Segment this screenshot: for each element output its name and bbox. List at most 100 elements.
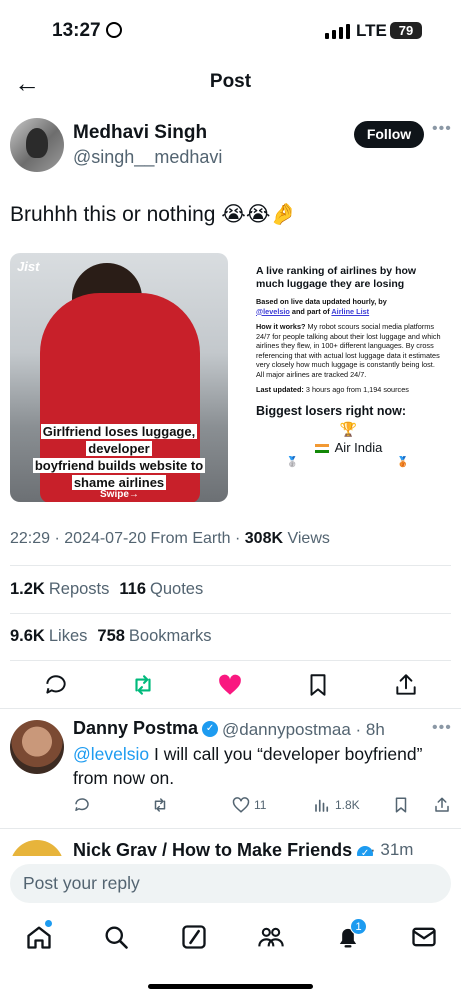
page-title: Post: [209, 71, 252, 92]
share-icon: [435, 797, 449, 812]
post-text: Bruhhh this or nothing 😭😭🤌: [10, 203, 297, 226]
quotes-label: Quotes: [150, 580, 204, 598]
next-reply-author-name: Nick Gray / How to Make Friends: [73, 840, 353, 856]
reply-icon[interactable]: [43, 672, 69, 698]
losers-title: Biggest losers right now:: [256, 403, 407, 418]
image-caption: Girlfriend loses luggage, developer boyf…: [16, 423, 222, 491]
like-heart-icon[interactable]: [217, 672, 243, 698]
reply-handle-time[interactable]: @dannypostmaa · 8h: [222, 720, 385, 740]
search-icon: [105, 926, 128, 949]
divider: [10, 565, 451, 566]
network-type: LTE: [356, 21, 387, 40]
cellular-signal-icon: [325, 24, 350, 39]
bottom-tab-bar: 1: [0, 913, 461, 963]
next-reply-author: Nick Gray / How to Make Friends ✓: [73, 840, 374, 856]
india-flag-icon: [314, 443, 329, 453]
communities-icon: [258, 927, 284, 947]
reply-author[interactable]: Danny Postma ✓: [73, 718, 219, 739]
likes-stat[interactable]: 9.6K Likes: [10, 627, 87, 646]
quotes-stat[interactable]: 116 Quotes: [119, 580, 203, 599]
grok-icon: [182, 925, 206, 949]
notifications-badge: 1: [350, 918, 367, 935]
quotes-count: 116: [119, 580, 147, 598]
bookmarks-stat[interactable]: 758 Bookmarks: [97, 627, 211, 646]
share-icon[interactable]: [393, 672, 419, 698]
post-image-airline-ranking[interactable]: A live ranking of airlines by how much l…: [236, 253, 451, 502]
reply-comment-button[interactable]: [73, 796, 91, 814]
home-indicator[interactable]: [148, 984, 313, 989]
likes-count: 9.6K: [10, 627, 45, 645]
reply-action-bar: 11 1.8K: [0, 796, 461, 818]
updated-text: 3 hours ago from 1,194 sources: [305, 385, 409, 394]
how-it-works: How it works? My robot scours social med…: [256, 322, 441, 379]
bronze-medal-icon: 🥉: [396, 456, 409, 468]
last-updated: Last updated: 3 hours ago from 1,194 sou…: [256, 385, 441, 395]
verified-badge-icon: ✓: [202, 720, 219, 737]
swipe-hint: Swipe→: [100, 489, 139, 500]
reply-input[interactable]: [10, 864, 451, 903]
next-reply-avatar: [10, 840, 64, 856]
battery-icon: 79: [390, 22, 422, 39]
reply-composer[interactable]: [10, 864, 451, 903]
home-unread-dot: [45, 920, 52, 927]
tab-notifications[interactable]: 1: [334, 918, 367, 951]
tab-search[interactable]: [102, 923, 130, 951]
divider: [10, 613, 451, 614]
author-name[interactable]: Medhavi Singh: [73, 122, 207, 144]
repost-icon[interactable]: [130, 672, 156, 698]
caption-line: shame airlines: [71, 475, 167, 490]
repost-icon: [154, 798, 166, 812]
post-meta: 22:29 · 2024-07-20 From Earth · 308K Vie…: [10, 530, 330, 548]
more-options-icon[interactable]: •••: [432, 719, 452, 737]
tab-communities[interactable]: [257, 923, 285, 951]
caption-line: boyfriend builds website to: [32, 458, 206, 473]
reply-view-count: 1.8K: [335, 798, 360, 812]
post-timestamp: 22:29 · 2024-07-20 From Earth ·: [10, 530, 245, 547]
airline-list-link: Airline List: [331, 306, 370, 316]
views-label: Views: [287, 530, 330, 547]
bookmark-icon[interactable]: [305, 672, 331, 698]
face-status-icon: [106, 22, 122, 38]
caption-line: Girlfriend loses luggage, developer: [40, 424, 198, 456]
divider: [0, 708, 461, 709]
status-time: 13:27: [52, 20, 101, 41]
top-airline: Air India: [256, 440, 441, 455]
author-handle[interactable]: @singh__medhavi: [73, 147, 222, 168]
reply-like-button[interactable]: 11: [232, 796, 266, 814]
tab-home[interactable]: [25, 920, 53, 951]
reply-author-name: Danny Postma: [73, 718, 199, 738]
mention-link[interactable]: @levelsio: [73, 744, 149, 764]
reply-repost-button[interactable]: [151, 796, 169, 814]
subtitle-text: Based on live data updated hourly, by: [256, 297, 387, 306]
views-chart-icon: [315, 799, 329, 812]
reposts-count: 1.2K: [10, 580, 45, 598]
jist-logo: Jist: [17, 259, 40, 274]
airline-name: Air India: [334, 439, 383, 455]
reply-bookmark-button[interactable]: [392, 796, 410, 814]
levelsio-link: @levelsio: [256, 306, 290, 316]
medals: 🥈 🥉: [256, 457, 441, 468]
author-avatar[interactable]: [10, 118, 64, 172]
next-reply-preview[interactable]: Nick Gray / How to Make Friends ✓ · 31m: [10, 836, 451, 856]
reposts-label: Reposts: [48, 580, 110, 598]
reply-text: @levelsio I will call you “developer boy…: [73, 742, 448, 790]
post-image-girlfriend-luggage[interactable]: Jist Girlfriend loses luggage, developer…: [10, 253, 228, 502]
tab-grok[interactable]: [180, 923, 208, 951]
post-action-bar: [0, 672, 461, 700]
silver-medal-icon: 🥈: [286, 456, 299, 468]
post-header: ← Post: [0, 62, 461, 104]
reply-avatar[interactable]: [10, 720, 64, 774]
updated-label: Last updated:: [256, 385, 304, 394]
bookmark-icon: [395, 797, 407, 813]
reposts-stat[interactable]: 1.2K Reposts: [10, 580, 109, 599]
follow-button[interactable]: Follow: [354, 121, 424, 148]
reply-share-button[interactable]: [433, 796, 451, 814]
divider: [0, 828, 461, 829]
tab-messages[interactable]: [410, 923, 438, 951]
like-bookmark-stats: 9.6K Likes 758 Bookmarks: [10, 627, 211, 646]
divider: [10, 660, 451, 661]
more-options-icon[interactable]: •••: [432, 120, 452, 138]
trophy-icon: 🏆: [339, 420, 358, 437]
reply-views-button[interactable]: 1.8K: [313, 796, 360, 814]
next-reply-time: · 31m: [370, 840, 414, 856]
